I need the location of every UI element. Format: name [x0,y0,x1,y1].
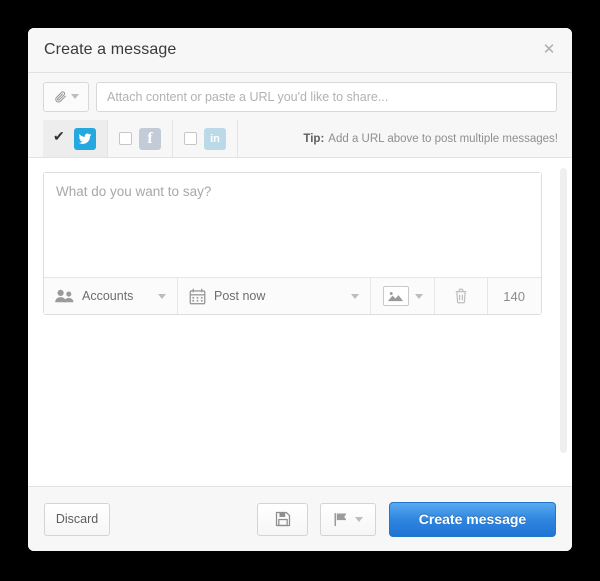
flag-button[interactable] [320,502,376,536]
page-title: Create a message [44,41,177,58]
attach-button[interactable] [43,81,89,112]
composer-area: Accounts [28,158,572,486]
media-button[interactable] [371,278,435,314]
message-textarea[interactable] [44,173,541,277]
network-tab-facebook[interactable]: f [108,120,173,157]
linkedin-icon: in [204,127,226,150]
chevron-down-icon [351,293,359,299]
chevron-down-icon [158,293,166,299]
schedule-selector[interactable]: Post now [178,278,371,314]
floppy-disk-icon [275,511,291,527]
chevron-down-icon [355,516,363,522]
trash-icon [454,288,468,304]
scrollbar-thumb[interactable] [560,168,567,453]
accounts-label: Accounts [82,289,134,303]
image-icon [382,286,409,306]
create-message-modal: Create a message ✕ f [28,28,572,551]
tip-prefix: Tip: [303,132,325,145]
twitter-icon [74,127,96,150]
checkbox-linkedin[interactable] [184,132,197,145]
modal-footer: Discard Create message [28,486,572,551]
calendar-icon [189,288,206,305]
checkbox-facebook[interactable] [119,132,132,145]
attach-row [28,73,572,120]
flag-icon [333,512,348,527]
url-input[interactable] [96,81,557,112]
tip-text: Add a URL above to post multiple message… [328,132,558,145]
people-icon [55,289,74,303]
composer-toolbar: Accounts Post now 140 [44,277,541,314]
tip-message: Tip: Add a URL above to post multiple me… [238,120,572,157]
accounts-selector[interactable]: Accounts [44,278,178,314]
delete-button[interactable] [435,278,488,314]
save-draft-button[interactable] [257,502,308,536]
modal-header: Create a message ✕ [28,28,572,73]
create-message-button[interactable]: Create message [389,501,556,537]
paperclip-icon [54,90,67,103]
schedule-label: Post now [214,289,266,303]
facebook-icon: f [139,127,161,150]
close-icon[interactable]: ✕ [539,40,559,60]
chevron-down-icon [414,293,423,299]
chevron-down-icon [70,94,79,99]
discard-button[interactable]: Discard [44,502,110,536]
checkbox-twitter[interactable] [53,128,67,145]
network-tabs: f in Tip: Add a URL above to post multip… [28,120,572,158]
network-tab-linkedin[interactable]: in [173,120,238,157]
composer: Accounts [43,172,542,315]
network-tab-twitter[interactable] [43,120,108,157]
character-counter: 140 [503,288,525,304]
